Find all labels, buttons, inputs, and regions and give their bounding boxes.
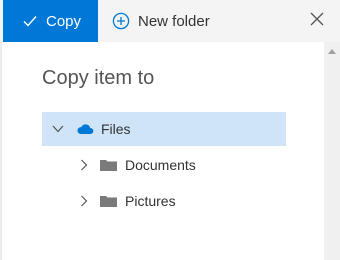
tree-item-label: Files bbox=[101, 121, 131, 137]
checkmark-icon bbox=[23, 14, 37, 28]
onedrive-cloud-icon bbox=[76, 123, 94, 135]
new-folder-label: New folder bbox=[138, 12, 210, 30]
copy-button-label: Copy bbox=[46, 12, 82, 30]
dialog-title: Copy item to bbox=[42, 67, 155, 89]
tree-item-pictures[interactable]: Pictures bbox=[42, 184, 286, 218]
chevron-right-icon[interactable] bbox=[76, 193, 92, 209]
chevron-right-icon[interactable] bbox=[76, 157, 92, 173]
panel-left-border bbox=[0, 42, 2, 260]
new-folder-button[interactable]: New folder bbox=[112, 0, 210, 42]
tree-item-label: Pictures bbox=[125, 193, 176, 209]
close-icon bbox=[310, 12, 324, 31]
command-bar: Copy New folder bbox=[0, 0, 340, 42]
close-button[interactable] bbox=[308, 12, 326, 30]
vertical-scrollbar[interactable] bbox=[324, 42, 340, 260]
tree-item-label: Documents bbox=[125, 157, 196, 173]
folder-icon bbox=[100, 195, 117, 207]
tree-item-documents[interactable]: Documents bbox=[42, 148, 286, 182]
tree-item-files[interactable]: Files bbox=[42, 112, 286, 146]
folder-icon bbox=[100, 159, 117, 171]
chevron-down-icon[interactable] bbox=[50, 121, 66, 137]
add-circle-icon bbox=[112, 12, 130, 30]
scroll-up-arrow-icon[interactable] bbox=[324, 48, 340, 58]
copy-button[interactable]: Copy bbox=[3, 0, 98, 42]
